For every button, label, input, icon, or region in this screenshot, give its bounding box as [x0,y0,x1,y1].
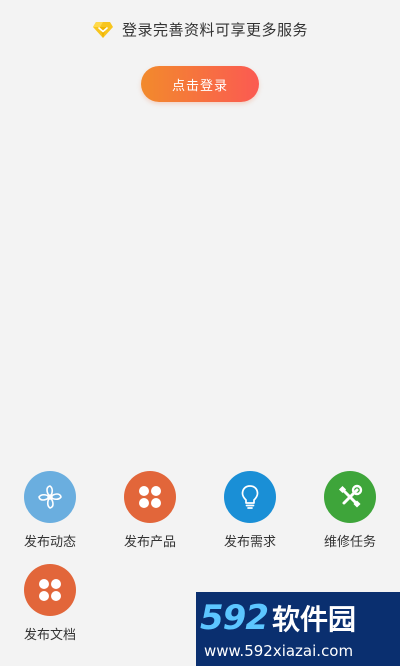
four-petal-icon [139,486,161,508]
watermark-name: 软件园 [271,603,356,636]
action-circle [124,471,176,523]
watermark-url: www.592xiazai.com [204,642,354,660]
promo-text: 登录完善资料可享更多服务 [121,20,308,39]
action-label: 发布产品 [123,535,176,550]
action-label: 发布需求 [223,535,276,550]
action-post-demand[interactable]: 发布需求 [200,471,300,550]
login-button[interactable]: 点击登录 [141,66,259,102]
action-post-product[interactable]: 发布产品 [100,471,200,550]
action-post-update[interactable]: 发布动态 [0,471,100,550]
action-label: 发布动态 [23,535,76,550]
action-label: 发布文档 [23,628,76,643]
site-watermark: 592 软件园 www.592xiazai.com [196,592,400,666]
action-repair-task[interactable]: 维修任务 [300,471,400,550]
action-post-document[interactable]: 发布文档 [0,564,100,643]
lightbulb-icon [241,485,259,509]
four-petal-icon [39,579,61,601]
action-circle [324,471,376,523]
action-circle [224,471,276,523]
watermark-number: 592 [200,598,269,638]
action-circle [24,564,76,616]
promo-banner: 登录完善资料可享更多服务 [0,14,400,44]
wrench-screwdriver-icon [338,484,363,508]
diamond-icon [92,22,113,38]
action-circle [24,471,76,523]
action-label: 维修任务 [323,535,376,550]
fan-icon [38,485,62,509]
